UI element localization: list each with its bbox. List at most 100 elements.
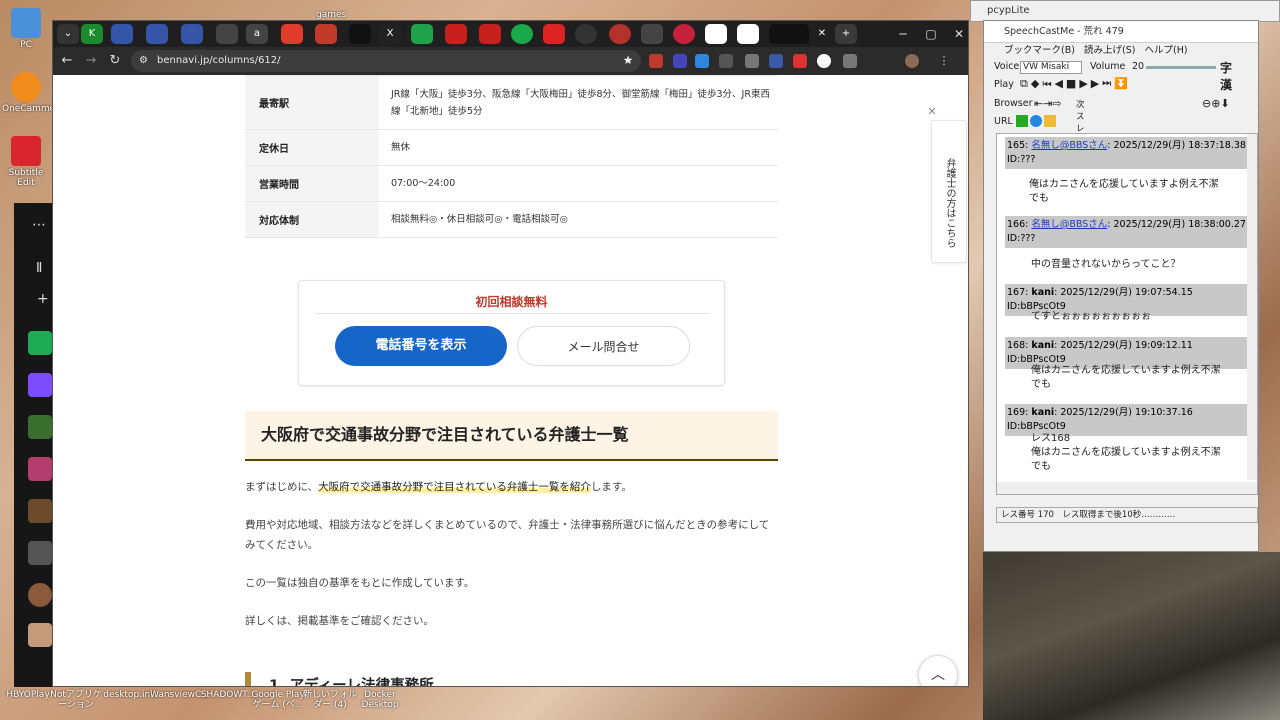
- site-info-icon[interactable]: ⚙: [139, 50, 148, 72]
- horizontal-scrollbar[interactable]: [997, 482, 1257, 494]
- desktop-top-label: games: [316, 10, 347, 20]
- tab-6[interactable]: a: [246, 24, 268, 44]
- zoom-icons[interactable]: ⊖⊕⬇: [1202, 97, 1230, 110]
- menu-read[interactable]: 読み上げ(S): [1084, 45, 1135, 56]
- maximize-icon[interactable]: ▢: [917, 24, 945, 44]
- tab-17[interactable]: [609, 24, 631, 44]
- folder-icon[interactable]: [1044, 115, 1056, 127]
- menu-help[interactable]: ヘルプ(H): [1145, 45, 1188, 56]
- taskbar-item[interactable]: WansviewC...: [150, 690, 210, 700]
- tab-10[interactable]: X: [379, 24, 401, 44]
- close-window-icon[interactable]: ✕: [945, 24, 973, 44]
- tab-15[interactable]: [543, 24, 565, 44]
- thumb-app-icon-3[interactable]: [28, 499, 52, 523]
- taskbar-item[interactable]: Notアプリケーション: [48, 690, 104, 710]
- heart-app-icon[interactable]: [28, 373, 52, 397]
- extension-icon-2[interactable]: [649, 54, 663, 68]
- menu-icon[interactable]: ⋮: [937, 54, 951, 68]
- reload-icon[interactable]: ↻: [105, 51, 125, 71]
- section-heading: 大阪府で交通事故分野で注目されている弁護士一覧: [245, 411, 778, 461]
- tab-7[interactable]: [281, 24, 303, 44]
- scroll-top-button[interactable]: ︿: [918, 655, 958, 686]
- ie-icon[interactable]: [1030, 115, 1042, 127]
- desktop-icon-onecamme[interactable]: OneCamme: [2, 72, 55, 114]
- tab-3[interactable]: [146, 24, 168, 44]
- extension-icon-6[interactable]: [745, 54, 759, 68]
- post-body: 俺はカニさんを応援していますよ例え不潔でも: [1029, 179, 1219, 204]
- add-icon[interactable]: +: [37, 291, 49, 307]
- thumb-app-icon-6[interactable]: [28, 623, 52, 647]
- tab-21[interactable]: [737, 24, 759, 44]
- extension-icon-3[interactable]: [673, 54, 687, 68]
- tab-12[interactable]: [445, 24, 467, 44]
- voice-select[interactable]: VW Misaki: [1020, 61, 1082, 74]
- tab-2[interactable]: [111, 24, 133, 44]
- post-author: kani: [1031, 407, 1055, 418]
- table-row: 定休日 無休: [245, 130, 778, 166]
- taskbar-item[interactable]: Google Play ゲーム (ベ...: [250, 690, 306, 710]
- extension-icon-5[interactable]: [719, 54, 733, 68]
- more-icon[interactable]: ⋯: [32, 217, 46, 233]
- thumb-app-icon-4[interactable]: [28, 541, 52, 565]
- taskbar-item[interactable]: Docker Desktop: [352, 690, 408, 710]
- post-list: 165: 名無し@BBSさん: 2025/12/29(月) 18:37:18.3…: [996, 133, 1258, 495]
- left-taskbar: ⋯ Ⅱ +: [14, 203, 52, 687]
- mail-inquiry-button[interactable]: メール問合せ: [517, 326, 690, 366]
- tab-8[interactable]: [315, 24, 337, 44]
- desktop-icon-subtitle-edit[interactable]: Subtitle Edit: [2, 136, 50, 188]
- thumb-app-icon-5[interactable]: [28, 583, 52, 607]
- tab-1[interactable]: K: [81, 24, 103, 44]
- post-author: kani: [1031, 340, 1055, 351]
- post-body: 中の音量されないからってこと？: [1031, 259, 1181, 270]
- extension-icon-4[interactable]: [695, 54, 709, 68]
- post-author[interactable]: 名無し@BBSさん: [1031, 219, 1107, 230]
- extension-icon-1[interactable]: ★: [623, 54, 637, 68]
- extension-icon-9[interactable]: [817, 54, 831, 68]
- tab-4[interactable]: [181, 24, 203, 44]
- lawyer-side-tab[interactable]: 弁護士の方はこちら: [931, 120, 967, 263]
- tab-5[interactable]: [216, 24, 238, 44]
- taskbar-item[interactable]: SHADOWT...: [200, 690, 256, 700]
- extensions-puzzle-icon[interactable]: [843, 54, 857, 68]
- minimize-icon[interactable]: ─: [889, 24, 917, 44]
- tab-active[interactable]: [769, 24, 809, 44]
- tab-14[interactable]: [511, 24, 533, 44]
- show-phone-button[interactable]: 電話番号を表示: [335, 326, 507, 366]
- volume-slider[interactable]: [1146, 66, 1216, 69]
- forward-icon[interactable]: →: [81, 51, 101, 71]
- table-row: 最寄駅 JR線「大阪」徒歩3分、阪急線「大阪梅田」徒歩8分、御堂筋線「梅田」徒歩…: [245, 75, 778, 130]
- tab-16[interactable]: [575, 24, 597, 44]
- close-tab-icon[interactable]: ✕: [811, 24, 833, 44]
- taskbar-item[interactable]: 新しいフォルダー (4): [302, 690, 358, 710]
- desktop-icon-pc[interactable]: PC: [2, 8, 50, 50]
- profile-avatar[interactable]: [905, 54, 919, 68]
- thumb-app-icon-1[interactable]: [28, 415, 52, 439]
- tab-9[interactable]: [349, 24, 371, 44]
- tab-20[interactable]: [705, 24, 727, 44]
- tab-18[interactable]: [641, 24, 663, 44]
- camera-feed: [983, 552, 1280, 720]
- extension-icon-7[interactable]: [769, 54, 783, 68]
- tab-11[interactable]: [411, 24, 433, 44]
- new-tab-icon[interactable]: +: [835, 24, 857, 44]
- taskbar-item[interactable]: desktop.ini: [100, 690, 156, 700]
- tab-13[interactable]: [479, 24, 501, 44]
- player-controls[interactable]: ⧉◆⏮◀■▶▶⏭⏬: [1020, 77, 1170, 91]
- post-author[interactable]: 名無し@BBSさん: [1031, 140, 1107, 151]
- vertical-scrollbar[interactable]: [1247, 134, 1257, 480]
- close-icon[interactable]: ✕: [925, 105, 939, 119]
- speechcastme-window: SpeechCastMe - 荒れ 479 ブックマーク(B) 読み上げ(S) …: [983, 20, 1259, 552]
- post-body: てすとぉぉぉぉぉぉぉぉぉ: [1031, 311, 1151, 322]
- bookmark-app-icon[interactable]: [28, 331, 52, 355]
- list-icon[interactable]: Ⅱ: [36, 261, 42, 276]
- browser-nav-icons[interactable]: ⇤⇥⇨: [1034, 97, 1062, 110]
- tab-search-icon[interactable]: ⌄: [57, 24, 79, 44]
- extension-icon-8[interactable]: [793, 54, 807, 68]
- sc-menu-bar: ブックマーク(B) 読み上げ(S) ヘルプ(H): [984, 43, 1258, 59]
- go-icon[interactable]: [1016, 115, 1028, 127]
- address-bar[interactable]: ⚙ bennavi.jp/columns/612/ ☆: [131, 50, 641, 72]
- back-icon[interactable]: ←: [57, 51, 77, 71]
- menu-bookmark[interactable]: ブックマーク(B): [1004, 45, 1075, 56]
- thumb-app-icon-2[interactable]: [28, 457, 52, 481]
- tab-19[interactable]: [673, 24, 695, 44]
